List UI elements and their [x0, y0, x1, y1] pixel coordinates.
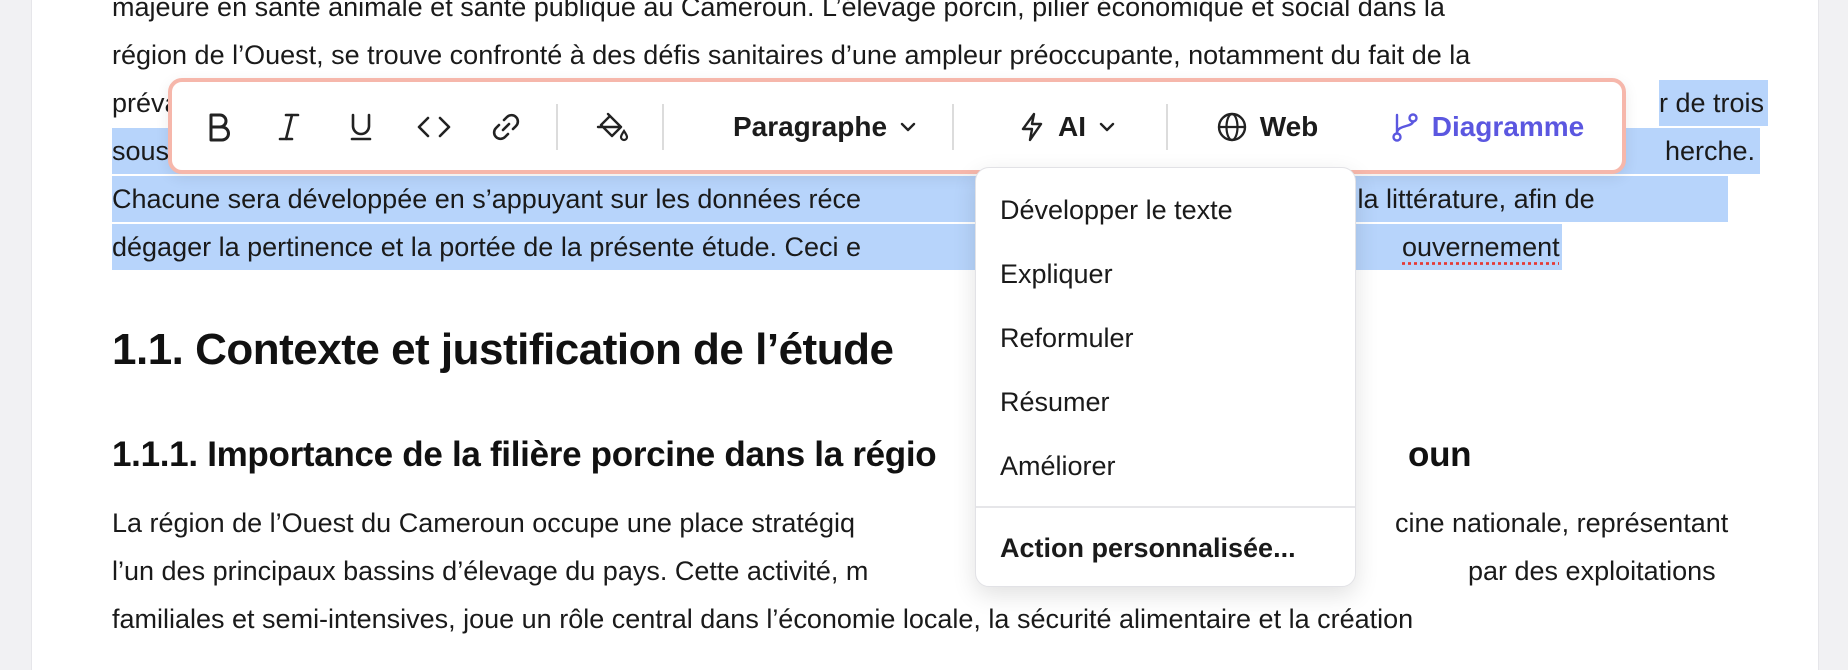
heading-2-right: oun [1408, 435, 1472, 474]
body-line: familiales et semi-intensives, joue un r… [112, 596, 1413, 642]
bold-icon [209, 113, 230, 142]
toolbar-separator [556, 104, 558, 150]
underline-button[interactable] [336, 98, 386, 156]
chevron-down-icon [1099, 122, 1115, 132]
toolbar-separator [1166, 104, 1168, 150]
body-text-right: cine nationale, représentant [1395, 508, 1729, 538]
menu-item-rephrase[interactable]: Reformuler [1000, 318, 1134, 358]
text-line: région de l’Ouest, se trouve confronté à… [112, 32, 1470, 78]
web-label: Web [1259, 111, 1319, 142]
italic-button[interactable] [264, 98, 314, 156]
menu-item-improve[interactable]: Améliorer [1000, 446, 1116, 486]
highlighted-segment: Chacune sera développée en s’appuyant su… [112, 184, 862, 214]
code-button[interactable] [406, 98, 462, 156]
body-text-left: l’un des principaux bassins d’élevage du… [112, 556, 869, 586]
paint-bucket-icon [596, 112, 629, 142]
text-line: majeure en santé animale et santé publiq… [112, 0, 1445, 30]
highlighted-segment: de la littérature, afin de [1320, 184, 1595, 214]
underline-icon [350, 113, 372, 141]
ai-dropdown-button[interactable]: AI [992, 98, 1142, 156]
toolbar-separator [662, 104, 664, 150]
lightning-icon [1021, 112, 1043, 142]
diagram-button[interactable]: Diagramme [1382, 98, 1604, 156]
text-segment: région de l’Ouest, se trouve confronté à… [112, 40, 1471, 70]
highlighted-segment: r de trois [1659, 80, 1769, 126]
menu-item-custom-action[interactable]: Action personnalisée... [1000, 528, 1296, 568]
ai-label: AI [1058, 111, 1086, 142]
text-line: Chacune sera développée en s’appuyant su… [112, 176, 1812, 222]
highlighted-segment: herche. [1665, 136, 1756, 166]
menu-item-explain[interactable]: Expliquer [1000, 254, 1113, 294]
menu-item-expand-text[interactable]: Développer le texte [1000, 190, 1233, 230]
toolbar-separator [952, 104, 954, 150]
menu-item-summarize[interactable]: Résumer [1000, 382, 1110, 422]
bold-button[interactable] [194, 98, 244, 156]
misspelled-word[interactable]: ouvernement [1402, 224, 1560, 270]
heading-2-left: 1.1.1. Importance de la filière porcine … [112, 435, 937, 474]
paragraph-label: Paragraphe [732, 111, 888, 142]
body-line: l’un des principaux bassins d’élevage du… [112, 548, 1812, 594]
heading-1: 1.1. Contexte et justification de l’étud… [112, 325, 894, 374]
link-icon [492, 113, 520, 141]
formatting-toolbar: Paragraphe AI Web Diagramme [168, 78, 1626, 174]
web-button[interactable]: Web [1208, 98, 1338, 156]
heading-2: 1.1.1. Importance de la filière porcine … [112, 430, 1472, 480]
code-icon [417, 116, 451, 138]
text-segment: majeure en santé animale et santé publiq… [112, 0, 1445, 22]
chevron-down-icon [900, 122, 916, 132]
body-text-left: La région de l’Ouest du Cameroun occupe … [112, 508, 855, 538]
body-line: La région de l’Ouest du Cameroun occupe … [112, 500, 1812, 546]
diagram-label: Diagramme [1431, 111, 1585, 142]
body-text-right: par des exploitations [1468, 556, 1716, 586]
paragraph-style-dropdown[interactable]: Paragraphe [684, 98, 954, 156]
link-button[interactable] [478, 98, 534, 156]
highlight-color-button[interactable] [582, 98, 642, 156]
globe-icon [1217, 112, 1246, 142]
ai-actions-menu: Développer le texte Expliquer Reformuler… [975, 167, 1356, 587]
italic-icon [278, 113, 300, 141]
body-text-left: familiales et semi-intensives, joue un r… [112, 604, 1414, 634]
highlight-block: Chacune sera développée en s’appuyant su… [112, 176, 1728, 222]
menu-separator [976, 506, 1355, 508]
branch-icon [1392, 113, 1418, 142]
